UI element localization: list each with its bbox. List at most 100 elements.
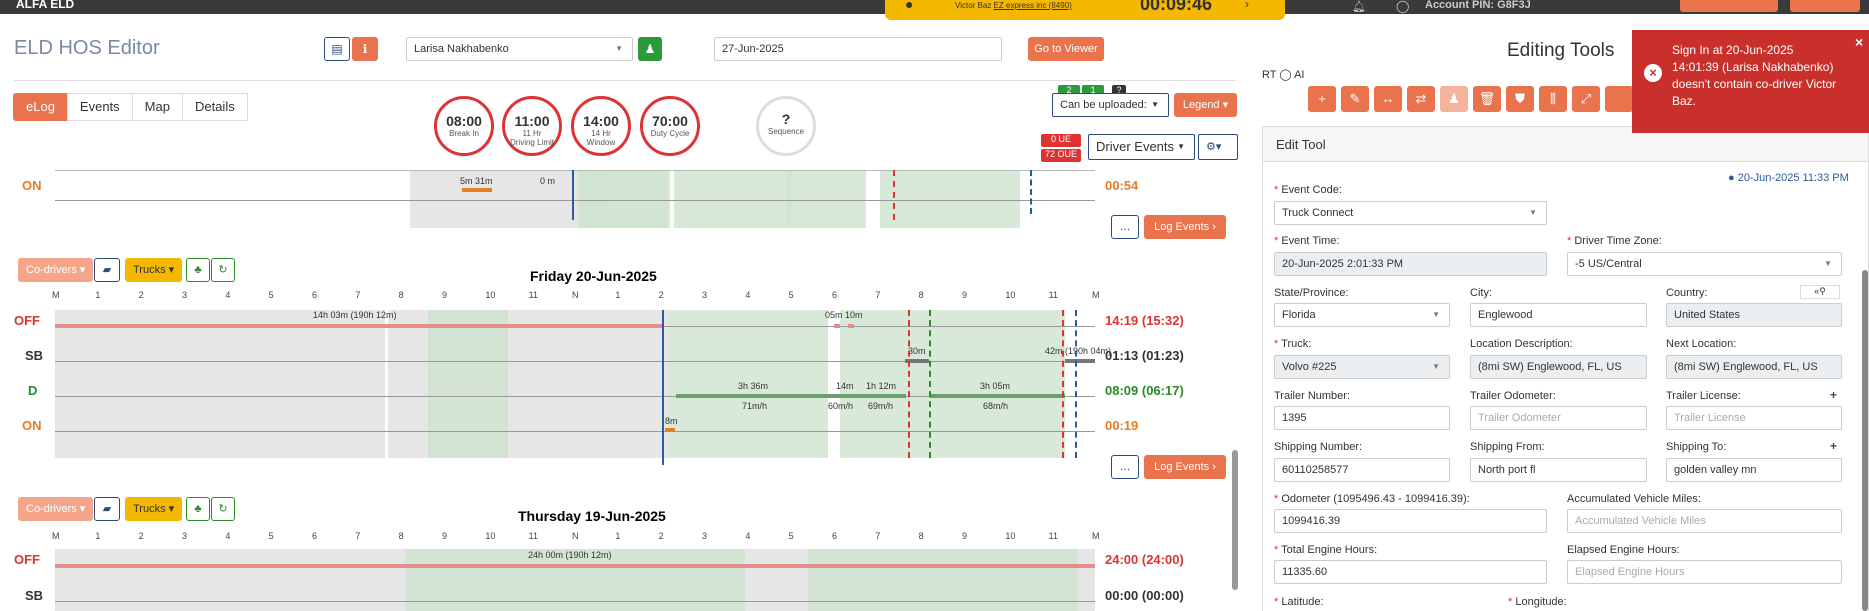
tz-select[interactable]: -5 US/Central ▼	[1567, 252, 1842, 276]
trash-icon[interactable]: 🗑︎	[1473, 86, 1501, 112]
date-input[interactable]: 27-Jun-2025	[714, 37, 1002, 61]
tab-elog[interactable]: eLog	[13, 93, 68, 121]
row-label-sb: SB	[25, 588, 44, 603]
user-icon[interactable]: ◯	[1396, 0, 1409, 13]
elapsed-input[interactable]: Elapsed Engine Hours	[1567, 560, 1842, 584]
sb-total: 01:13 (01:23)	[1105, 348, 1184, 363]
off-label: 05m 10m	[825, 310, 863, 320]
person-icon[interactable]: ♟	[638, 37, 662, 61]
hour-tick: M	[52, 290, 60, 300]
trailer-license-input[interactable]: Trailer License	[1666, 406, 1842, 430]
resize-icon[interactable]: ↔	[1374, 86, 1402, 112]
expand-icon[interactable]: ⤢	[1572, 86, 1600, 112]
shipping-to-input[interactable]: golden valley mn	[1666, 458, 1842, 482]
tab-events[interactable]: Events	[66, 93, 133, 121]
off-duty-bar[interactable]	[55, 564, 1095, 568]
scrollbar[interactable]	[1232, 450, 1238, 590]
error-toast: × Sign In at 20-Jun-2025 14:01:39 (Laris…	[1632, 30, 1869, 133]
truck-icon[interactable]: ▰	[94, 258, 120, 282]
hour-tick: 9	[962, 290, 968, 300]
hour-tick: 3	[182, 531, 188, 541]
city-label: City:	[1470, 287, 1492, 299]
shipping-from-input[interactable]: North port fl	[1470, 458, 1647, 482]
day-title: Friday 20-Jun-2025	[530, 268, 657, 284]
tab-map[interactable]: Map	[131, 93, 183, 121]
event-time-input[interactable]: 20-Jun-2025 2:01:33 PM	[1274, 252, 1547, 276]
pencil-icon[interactable]: ✎	[1341, 86, 1369, 112]
off-label: 14h 03m (190h 12m)	[313, 310, 397, 320]
go-to-viewer-button[interactable]: Go to Viewer	[1028, 37, 1104, 61]
nextloc-input[interactable]: (8mi SW) Englewood, FL, US	[1666, 355, 1842, 379]
tab-details[interactable]: Details	[181, 93, 248, 121]
rt-ai-toggle[interactable]: RT ◯ AI	[1262, 68, 1305, 81]
trucks-button[interactable]: Trucks ▾	[125, 258, 183, 282]
hour-tick: 2	[138, 531, 144, 541]
person-icon[interactable]: ♟	[1440, 86, 1468, 112]
hour-tick: 8	[918, 531, 924, 541]
co-drivers-button[interactable]: Co-drivers ▾	[18, 258, 94, 282]
window-gauge: 14:00 14 Hr Window	[571, 96, 631, 156]
document-icon[interactable]: ▤	[324, 37, 350, 61]
upload-select[interactable]: Can be uploaded: ▼	[1052, 93, 1169, 117]
hour-tick: M	[52, 531, 60, 541]
log-events-button[interactable]: Log Events ›	[1144, 455, 1226, 479]
bell-icon[interactable]: 🔔︎	[1352, 0, 1366, 13]
location-pin-icon[interactable]: «⚲	[1800, 285, 1840, 299]
lon-label: * Longitude:	[1508, 596, 1567, 608]
acc-miles-label: Accumulated Vehicle Miles:	[1567, 493, 1701, 505]
trailer-odometer-input[interactable]: Trailer Odometer	[1470, 406, 1647, 430]
extra-tool-icon[interactable]	[1605, 86, 1633, 112]
event-marker[interactable]	[662, 310, 664, 465]
add-icon[interactable]: +	[1830, 439, 1837, 453]
columns-icon[interactable]: ⫼	[1539, 86, 1567, 112]
hour-tick: 9	[442, 290, 448, 300]
city-input[interactable]: Englewood	[1470, 303, 1647, 327]
engine-icon[interactable]: ♣	[186, 258, 210, 282]
hour-tick: 10	[1005, 531, 1016, 541]
state-select[interactable]: Florida ▼	[1274, 303, 1450, 327]
top-orange-button-1[interactable]	[1680, 0, 1778, 12]
co-drivers-button[interactable]: Co-drivers ▾	[18, 497, 94, 521]
day-title: Thursday 19-Jun-2025	[518, 508, 666, 524]
hour-tick: 7	[355, 290, 361, 300]
chevron-right-icon[interactable]: ›	[1245, 0, 1249, 11]
odometer-input[interactable]: 1099416.39	[1274, 509, 1547, 533]
driver-select[interactable]: Larisa Nakhabenko ▼	[406, 37, 633, 61]
refresh-icon[interactable]: ↻	[211, 258, 235, 282]
driving-bar[interactable]	[930, 394, 1065, 398]
hour-tick: 11	[1048, 290, 1058, 300]
legend-button[interactable]: Legend ▾	[1174, 93, 1237, 117]
shirt-icon[interactable]: ⛊	[1506, 86, 1534, 112]
hour-tick: 9	[962, 531, 968, 541]
trailer-number-input[interactable]: 1395	[1274, 406, 1450, 430]
plus-icon[interactable]: +	[1308, 86, 1336, 112]
add-icon[interactable]: +	[1830, 388, 1837, 402]
trucks-button[interactable]: Trucks ▾	[125, 497, 183, 521]
driving-bar[interactable]	[676, 394, 906, 398]
acc-miles-input[interactable]: Accumulated Vehicle Miles	[1567, 509, 1842, 533]
truck-select[interactable]: Volvo #225 ▼	[1274, 355, 1450, 379]
tz-label: * Driver Time Zone:	[1567, 235, 1662, 247]
shipping-number-input[interactable]: 60110258577	[1274, 458, 1450, 482]
driver-events-select[interactable]: Driver Events ▼	[1088, 134, 1195, 160]
message-icon[interactable]: …	[1111, 215, 1139, 239]
off-duty-bar[interactable]	[55, 324, 663, 328]
info-icon[interactable]: ℹ	[352, 37, 378, 61]
message-icon[interactable]: …	[1111, 455, 1139, 479]
settings-gear-icon[interactable]: ⚙▾	[1198, 134, 1238, 160]
engine-icon[interactable]: ♣	[186, 497, 210, 521]
swap-icon[interactable]: ⇄	[1407, 86, 1435, 112]
engine-hours-input[interactable]: 11335.60	[1274, 560, 1547, 584]
close-icon[interactable]: ×	[1855, 34, 1863, 50]
scrollbar[interactable]	[1862, 270, 1868, 611]
event-code-select[interactable]: Truck Connect ▼	[1274, 201, 1547, 225]
driving-limit-gauge: 11:00 11 Hr Driving Limit	[502, 96, 562, 156]
truck-icon[interactable]: ▰	[94, 497, 120, 521]
hour-tick: 7	[355, 531, 361, 541]
log-events-button[interactable]: Log Events ›	[1144, 215, 1226, 239]
on-label: 8m	[665, 416, 678, 426]
country-input[interactable]: United States	[1666, 303, 1842, 327]
refresh-icon[interactable]: ↻	[211, 497, 235, 521]
top-orange-button-2[interactable]	[1790, 0, 1860, 12]
locdesc-input[interactable]: (8mi SW) Englewood, FL, US	[1470, 355, 1647, 379]
